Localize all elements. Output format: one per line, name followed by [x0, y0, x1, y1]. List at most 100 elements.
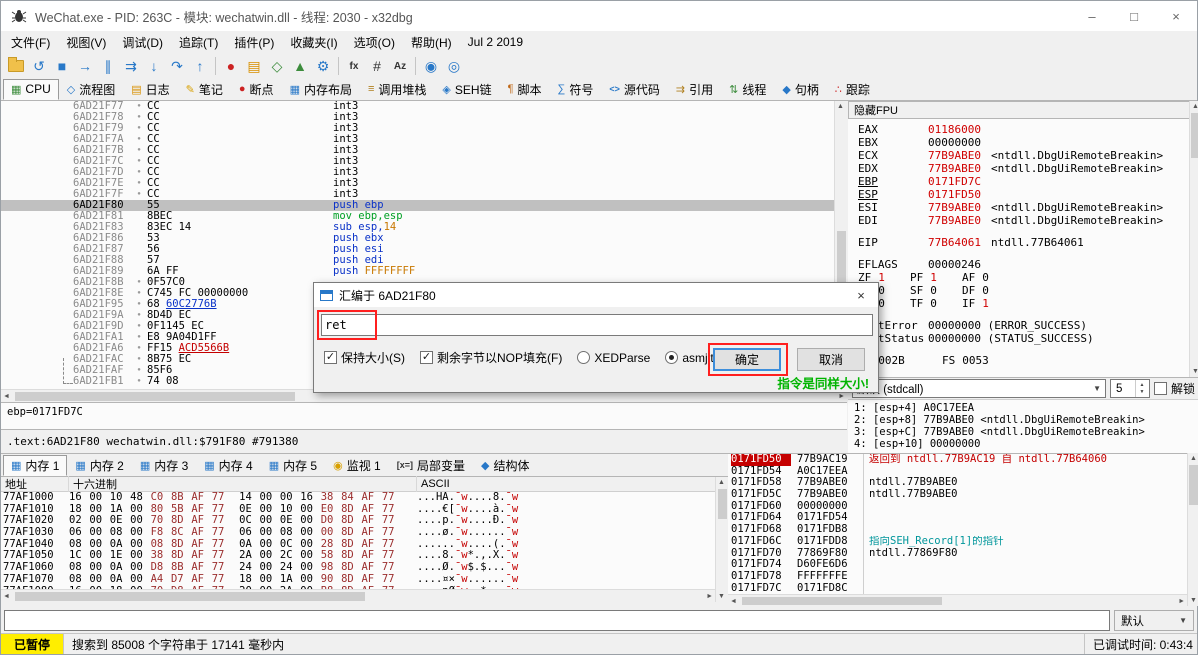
tab-graph[interactable]: ◇流程图 — [59, 79, 123, 100]
breakpoint-icon[interactable]: ● — [220, 55, 242, 77]
disasm-row[interactable]: 6AD21F8857push edi — [1, 255, 846, 266]
menu-item[interactable]: 追踪(T) — [171, 31, 226, 54]
menu-item[interactable]: 选项(O) — [346, 31, 403, 54]
tab-seh[interactable]: ◈SEH链 — [434, 79, 499, 100]
settings-icon[interactable]: ⚙ — [312, 55, 334, 77]
disasm-row[interactable]: 6AD21F78●CCint3 — [1, 112, 846, 123]
az-icon[interactable]: Az — [389, 55, 411, 77]
tab-symbols[interactable]: ∑符号 — [550, 79, 602, 100]
register-row[interactable]: ZF1PF1AF0 — [848, 271, 1198, 284]
assembly-input[interactable] — [321, 314, 873, 336]
dump-row[interactable]: 77AF100016001048C08BAF77140000163884AF77… — [1, 492, 715, 504]
tab-watch1[interactable]: ◉监视 1 — [325, 455, 389, 476]
keep-size-checkbox[interactable]: 保持大小(S) — [324, 349, 405, 366]
stack-panel[interactable]: 0171FD5077B9AC19返回到 ntdll.77B9AC19 自 ntd… — [728, 453, 1187, 594]
title-bar[interactable]: WeChat.exe - PID: 263C - 模块: wechatwin.d… — [1, 1, 1197, 31]
disasm-row[interactable]: 6AD21F8653push ebx — [1, 233, 846, 244]
register-row[interactable]: CF0TF0IF1 — [848, 297, 1198, 310]
dump-row[interactable]: 77AF103006000800F88CAF7706000800008DAF77… — [1, 527, 715, 539]
run-icon[interactable]: → — [74, 55, 96, 77]
dump-row[interactable]: 77AF10501C001E00388DAF772A002C00588DAF77… — [1, 550, 715, 562]
dump-row[interactable]: 77AF104008000A00088DAF770A000C00288DAF77… — [1, 539, 715, 551]
stack-vscrollbar[interactable] — [1187, 453, 1198, 606]
stack-row[interactable]: 0171FD78FFFFFFFE — [728, 571, 1187, 583]
tab-dump4[interactable]: ▦内存 4 — [196, 455, 260, 476]
menu-item[interactable]: 调试(D) — [114, 31, 171, 54]
minimize-button[interactable]: – — [1071, 1, 1113, 31]
dialog-title-bar[interactable]: 汇编于 6AD21F80 × — [314, 283, 878, 307]
register-row[interactable]: OF0SF0DF0 — [848, 284, 1198, 297]
open-file-icon[interactable] — [5, 55, 27, 77]
register-row[interactable]: ESI77B9ABE0<ntdll.DbgUiRemoteBreakin> — [848, 201, 1198, 214]
fx-icon[interactable]: fx — [343, 55, 365, 77]
close-button[interactable]: × — [1155, 1, 1197, 31]
step-out-icon[interactable]: ↑ — [189, 55, 211, 77]
hide-fpu-button[interactable]: 隐藏FPU — [848, 101, 1198, 119]
hash-icon[interactable]: # — [366, 55, 388, 77]
register-row[interactable]: EBX00000000 — [848, 136, 1198, 149]
disasm-row[interactable]: 6AD21F818BECmov ebp,esp — [1, 211, 846, 222]
disasm-row[interactable]: 6AD21F7E●CCint3 — [1, 178, 846, 189]
register-row[interactable]: GS002BFS0053 — [848, 354, 1198, 367]
stack-row[interactable]: 0171FD7C0171FD8C — [728, 583, 1187, 594]
register-row[interactable]: EAX01186000 — [848, 123, 1198, 136]
tab-references[interactable]: ⇉引用 — [668, 79, 721, 100]
tab-breakpoints[interactable]: ●断点 — [231, 79, 282, 100]
stack-row[interactable]: 0171FD5077B9AC19返回到 ntdll.77B9AC19 自 ntd… — [728, 454, 1187, 466]
register-row[interactable]: ESP0171FD50 — [848, 188, 1198, 201]
disasm-row[interactable]: 6AD21F896A FFpush FFFFFFFF — [1, 266, 846, 277]
find-icon[interactable]: ◎ — [443, 55, 465, 77]
command-profile-select[interactable]: 默认 ▼ — [1114, 610, 1194, 631]
disasm-row[interactable]: 6AD21F7B●CCint3 — [1, 145, 846, 156]
register-row[interactable]: EBP0171FD7C — [848, 175, 1198, 188]
stop-icon[interactable]: ■ — [51, 55, 73, 77]
maximize-button[interactable]: □ — [1113, 1, 1155, 31]
unlock-checkbox[interactable]: 解锁 — [1154, 380, 1195, 397]
dump-row[interactable]: 77AF107008000A00A4D7AF7718001A00908DAF77… — [1, 574, 715, 586]
tab-notes[interactable]: ✎笔记 — [178, 79, 231, 100]
tab-threads[interactable]: ⇅线程 — [721, 79, 774, 100]
tab-script[interactable]: ¶脚本 — [500, 79, 550, 100]
menu-item[interactable]: 文件(F) — [3, 31, 58, 54]
arg-count-spinner[interactable]: 5 ▲▼ — [1110, 379, 1150, 398]
tab-dump5[interactable]: ▦内存 5 — [261, 455, 325, 476]
step-over-icon[interactable]: ↷ — [166, 55, 188, 77]
tab-dump3[interactable]: ▦内存 3 — [132, 455, 196, 476]
dump-row[interactable]: 77AF101018001A00805BAF770E001000E08DAF77… — [1, 504, 715, 516]
graph-icon[interactable]: ◇ — [266, 55, 288, 77]
menu-item[interactable]: 收藏夹(I) — [282, 31, 345, 54]
stack-row[interactable]: 0171FD6C0171FDD8指向SEH_Record[1]的指针 — [728, 536, 1187, 548]
register-row[interactable]: ECX77B9ABE0<ntdll.DbgUiRemoteBreakin> — [848, 149, 1198, 162]
patches-icon[interactable]: ▲ — [289, 55, 311, 77]
nop-fill-checkbox[interactable]: 剩余字节以NOP填充(F) — [420, 349, 562, 366]
disasm-row[interactable]: 6AD21F8383EC 14sub esp,14 — [1, 222, 846, 233]
disasm-row[interactable]: 6AD21F7A●CCint3 — [1, 134, 846, 145]
disasm-row[interactable]: 6AD21F7F●CCint3 — [1, 189, 846, 200]
disasm-row[interactable]: 6AD21F7C●CCint3 — [1, 156, 846, 167]
register-row[interactable]: EFLAGS00000246 — [848, 258, 1198, 271]
tab-handles[interactable]: ◆句柄 — [774, 79, 826, 100]
info-icon[interactable]: ◉ — [420, 55, 442, 77]
tab-memmap[interactable]: ▦内存布局 — [282, 79, 360, 100]
disasm-row[interactable]: 6AD21F8756push esi — [1, 244, 846, 255]
register-row[interactable]: EDX77B9ABE0<ntdll.DbgUiRemoteBreakin> — [848, 162, 1198, 175]
register-row[interactable]: LastStatus00000000 (STATUS_SUCCESS) — [848, 332, 1198, 345]
spinner-arrows-icon[interactable]: ▲▼ — [1135, 380, 1148, 397]
dump-row[interactable]: 77AF106008000A00D88BAF7724002400988DAF77… — [1, 562, 715, 574]
stack-hscrollbar[interactable] — [728, 594, 1187, 606]
tab-dump2[interactable]: ▦内存 2 — [67, 455, 131, 476]
dialog-close-button[interactable]: × — [844, 283, 878, 307]
disasm-row[interactable]: 6AD21F77●CCint3 — [1, 101, 846, 112]
step-into-icon[interactable]: ↓ — [143, 55, 165, 77]
menu-item[interactable]: 帮助(H) — [403, 31, 460, 54]
pause-icon[interactable]: ∥ — [97, 55, 119, 77]
calling-convention-select[interactable]: 默认 (stdcall) ▼ — [852, 379, 1106, 398]
asmjit-radio[interactable]: asmjit — [665, 351, 713, 365]
stack-row[interactable]: 0171FD5C77B9ABE0ntdll.77B9ABE0 — [728, 489, 1187, 501]
command-input[interactable] — [4, 610, 1110, 631]
tab-struct[interactable]: ◆结构体 — [473, 455, 537, 476]
xedparse-radio[interactable]: XEDParse — [577, 351, 650, 365]
restart-icon[interactable]: ↺ — [28, 55, 50, 77]
register-row[interactable]: EIP77B64061ntdll.77B64061 — [848, 236, 1198, 249]
run-to-user-icon[interactable]: ⇉ — [120, 55, 142, 77]
